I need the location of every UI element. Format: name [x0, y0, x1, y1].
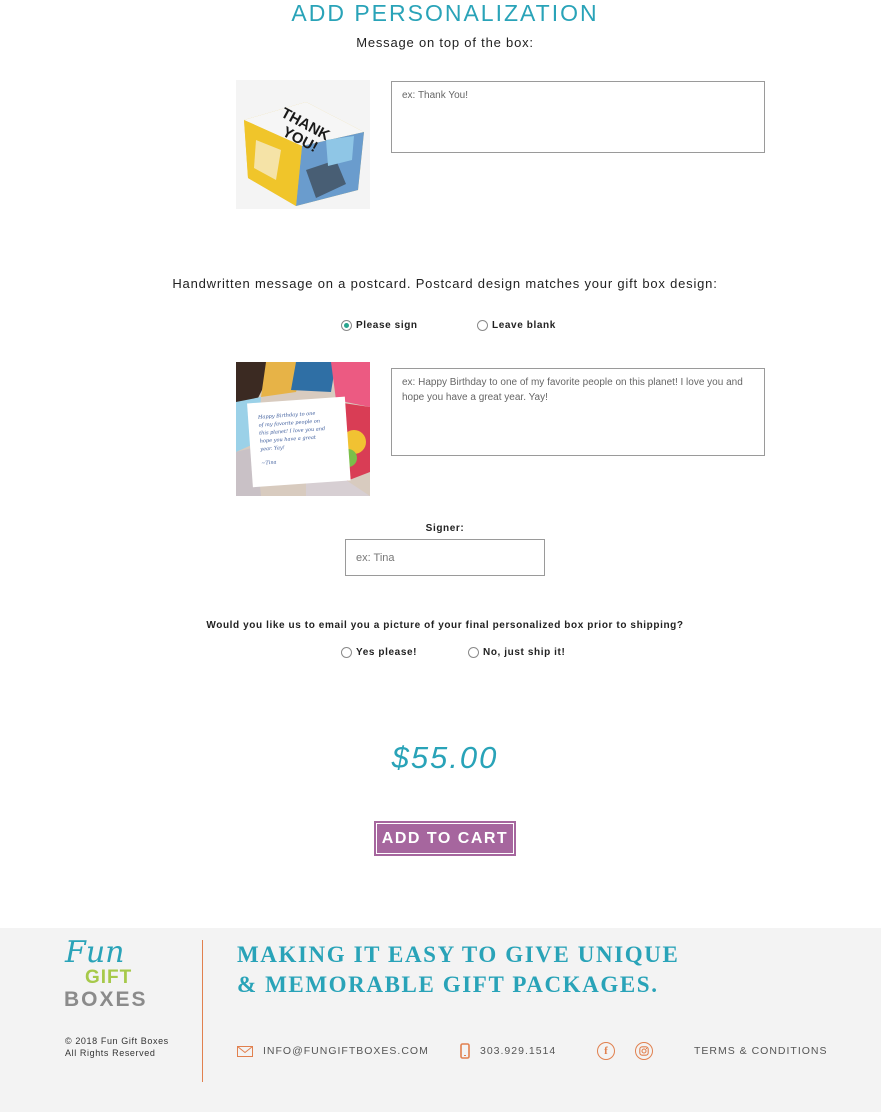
page-title: ADD PERSONALIZATION: [291, 0, 599, 26]
radio-no-just-ship-label: No, just ship it!: [483, 647, 566, 658]
phone-icon: [460, 1043, 470, 1059]
copyright-line-1: © 2018 Fun Gift Boxes: [65, 1036, 169, 1046]
mail-icon: [237, 1045, 253, 1057]
footer-phone-text: 303.929.1514: [480, 1045, 557, 1057]
copyright-line-2: All Rights Reserved: [65, 1048, 156, 1058]
radio-please-sign-label: Please sign: [356, 320, 418, 331]
postcard-message-input[interactable]: [391, 368, 765, 456]
box-preview-image: THANK YOU!: [236, 80, 370, 209]
radio-no-just-ship-circle[interactable]: [468, 647, 479, 658]
radio-yes-please-label: Yes please!: [356, 647, 418, 658]
logo-gift: GIFT: [85, 967, 133, 988]
footer-email-text: INFO@FUNGIFTBOXES.COM: [263, 1045, 429, 1057]
radio-no-just-ship[interactable]: No, just ship it!: [468, 647, 565, 658]
box-message-input[interactable]: [391, 81, 765, 153]
box-message-label: Message on top of the box:: [356, 35, 534, 50]
postcard-preview-image: Happy Birthday to one of my favorite peo…: [236, 362, 370, 496]
footer-email-link[interactable]: INFO@FUNGIFTBOXES.COM: [237, 1045, 429, 1057]
tagline-line-2: & MEMORABLE GIFT PACKAGES.: [237, 972, 659, 997]
tagline-line-1: MAKING IT EASY TO GIVE UNIQUE: [237, 942, 680, 967]
footer-divider: [202, 940, 203, 1082]
signer-input[interactable]: [345, 539, 545, 576]
radio-leave-blank[interactable]: Leave blank: [477, 320, 556, 331]
logo-boxes: BOXES: [64, 988, 148, 1011]
copyright: © 2018 Fun Gift Boxes All Rights Reserve…: [65, 1035, 169, 1059]
logo-fun: Fun: [65, 935, 125, 970]
radio-please-sign-circle[interactable]: [341, 320, 352, 331]
radio-leave-blank-circle[interactable]: [477, 320, 488, 331]
price: $55.00: [391, 740, 499, 775]
signer-label: Signer:: [425, 523, 465, 534]
radio-yes-please-circle[interactable]: [341, 647, 352, 658]
terms-link[interactable]: TERMS & CONDITIONS: [694, 1045, 828, 1057]
fun-gift-boxes-logo[interactable]: Fun GIFT BOXES: [63, 938, 159, 1024]
footer-tagline: MAKING IT EASY TO GIVE UNIQUE & MEMORABL…: [237, 940, 717, 1000]
footer-phone-link[interactable]: 303.929.1514: [460, 1043, 556, 1059]
postcard-label: Handwritten message on a postcard. Postc…: [172, 276, 718, 291]
add-to-cart-button[interactable]: ADD TO CART: [374, 821, 516, 856]
email-preview-question: Would you like us to email you a picture…: [206, 620, 684, 631]
instagram-icon[interactable]: [635, 1042, 653, 1060]
radio-please-sign[interactable]: Please sign: [341, 320, 418, 331]
radio-leave-blank-label: Leave blank: [492, 320, 556, 331]
radio-yes-please[interactable]: Yes please!: [341, 647, 417, 658]
facebook-icon[interactable]: f: [597, 1042, 615, 1060]
